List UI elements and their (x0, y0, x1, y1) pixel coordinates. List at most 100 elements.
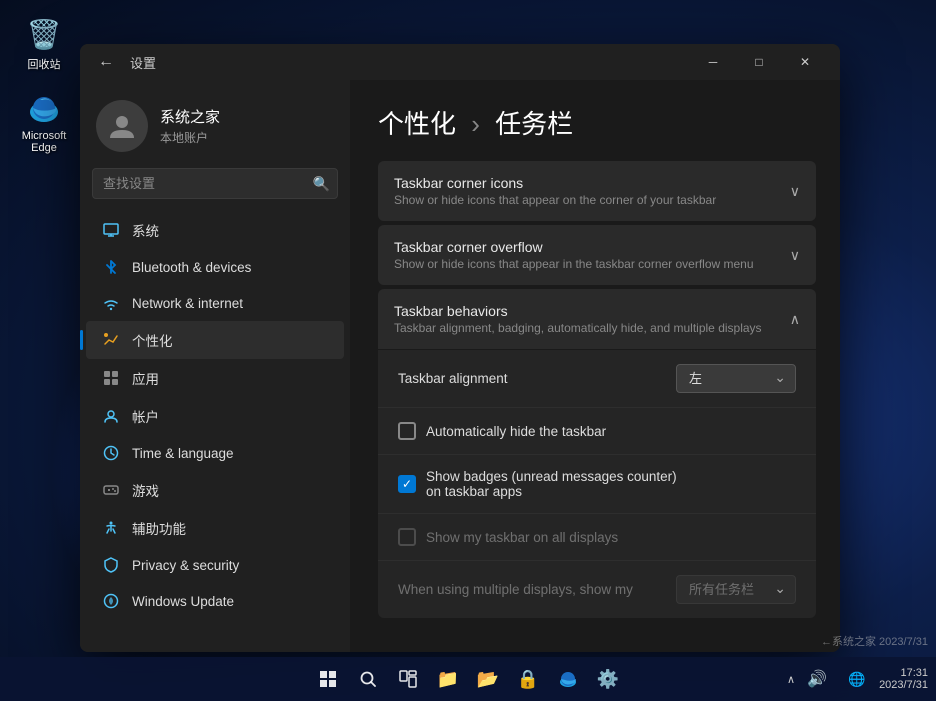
taskbar-time-text: 17:31 (879, 667, 928, 679)
autohide-label: Automatically hide the taskbar (426, 424, 606, 439)
section-header-corner-icons[interactable]: Taskbar corner icons Show or hide icons … (378, 161, 816, 221)
title-bar: ← 设置 ─ □ ✕ (80, 44, 840, 80)
taskbar-datetime[interactable]: 17:31 2023/7/31 (879, 667, 928, 691)
taskbar-lock-button[interactable]: 🔒 (510, 661, 546, 697)
taskbar-start-button[interactable] (310, 661, 346, 697)
edge-icon[interactable]: Microsoft Edge (12, 84, 76, 158)
maximize-button[interactable]: □ (736, 46, 782, 78)
accessibility-icon (102, 519, 120, 537)
taskbar-volume-icon[interactable]: 🔊 (799, 661, 835, 697)
chevron-overflow: ∨ (790, 247, 800, 264)
sidebar-item-personalization[interactable]: 个性化 (86, 321, 344, 359)
search-box: 🔍 (92, 168, 338, 199)
time-icon (102, 444, 120, 462)
all-displays-checkbox[interactable] (398, 528, 416, 546)
sidebar-label-windows-update: Windows Update (132, 594, 234, 609)
sidebar: 系统之家 本地账户 🔍 (80, 80, 350, 652)
multiple-displays-dropdown-wrapper: 所有任务栏 (676, 575, 796, 604)
sidebar-item-accessibility[interactable]: 辅助功能 (86, 509, 344, 547)
search-input[interactable] (92, 168, 338, 199)
watermark-text: ←系统之家 2023/7/31 (821, 636, 928, 648)
section-desc-corner-icons: Show or hide icons that appear on the co… (394, 193, 716, 207)
section-header-overflow[interactable]: Taskbar corner overflow Show or hide ico… (378, 225, 816, 285)
setting-row-badges: Show badges (unread messages counter)on … (378, 455, 816, 514)
section-title-corner-icons: Taskbar corner icons (394, 175, 716, 191)
section-desc-behaviors: Taskbar alignment, badging, automaticall… (394, 321, 762, 335)
autohide-checkbox-wrapper: Automatically hide the taskbar (398, 422, 606, 440)
alignment-dropdown[interactable]: 左 中 (676, 364, 796, 393)
recycle-bin-label: 回收站 (28, 56, 61, 72)
gaming-icon (102, 481, 120, 499)
all-displays-label: Show my taskbar on all displays (426, 530, 618, 545)
badges-checkbox-wrapper: Show badges (unread messages counter)on … (398, 469, 677, 499)
taskbar: 📁 📂 🔒 ⚙️ ∧ 🔊 🌐 17:31 2023/7/31 (0, 657, 936, 701)
taskbar-network-icon[interactable]: 🌐 (839, 661, 875, 697)
taskbar-date-text: 2023/7/31 (879, 679, 928, 691)
user-info: 系统之家 本地账户 (160, 106, 220, 146)
watermark: ←系统之家 2023/7/31 (821, 633, 928, 649)
section-desc-overflow: Show or hide icons that appear in the ta… (394, 257, 754, 271)
chevron-corner-icons: ∨ (790, 183, 800, 200)
badges-label: Show badges (unread messages counter)on … (426, 469, 677, 499)
title-bar-left: ← 设置 (92, 51, 156, 73)
main-content: 个性化 › 任务栏 Taskbar corner icons Show or h… (350, 80, 840, 652)
sidebar-label-bluetooth: Bluetooth & devices (132, 260, 251, 275)
recycle-bin-icon[interactable]: 🗑️ 回收站 (12, 10, 76, 76)
taskbar-search-button[interactable] (350, 661, 386, 697)
taskbar-settings-button[interactable]: ⚙️ (590, 661, 626, 697)
sidebar-item-bluetooth[interactable]: Bluetooth & devices (86, 249, 344, 285)
sidebar-item-accounts[interactable]: 帐户 (86, 397, 344, 435)
alignment-label: Taskbar alignment (398, 371, 508, 386)
avatar (96, 100, 148, 152)
taskbar-files-button[interactable]: 📁 (430, 661, 466, 697)
settings-window: ← 设置 ─ □ ✕ (80, 44, 840, 652)
autohide-checkbox[interactable] (398, 422, 416, 440)
sidebar-item-privacy[interactable]: Privacy & security (86, 547, 344, 583)
accounts-icon (102, 407, 120, 425)
user-profile[interactable]: 系统之家 本地账户 (80, 88, 350, 168)
sidebar-item-time[interactable]: Time & language (86, 435, 344, 471)
taskbar-overflow-icon[interactable]: ∧ (787, 673, 795, 686)
sidebar-item-windows-update[interactable]: Windows Update (86, 583, 344, 619)
section-header-left-overflow: Taskbar corner overflow Show or hide ico… (394, 239, 754, 271)
bluetooth-icon (102, 258, 120, 276)
sidebar-item-network[interactable]: Network & internet (86, 285, 344, 321)
nav-list: 系统 Bluetooth & devices (80, 211, 350, 619)
sidebar-label-network: Network & internet (132, 296, 243, 311)
taskbar-taskview-button[interactable] (390, 661, 426, 697)
page-title: 个性化 › 任务栏 (378, 104, 816, 141)
section-header-behaviors[interactable]: Taskbar behaviors Taskbar alignment, bad… (378, 289, 816, 349)
privacy-icon (102, 556, 120, 574)
sidebar-label-time: Time & language (132, 446, 234, 461)
taskbar-folder-button[interactable]: 📂 (470, 661, 506, 697)
edge-image (24, 88, 64, 128)
personalization-icon (102, 331, 120, 349)
user-type: 本地账户 (160, 129, 220, 146)
close-button[interactable]: ✕ (782, 46, 828, 78)
section-title-behaviors: Taskbar behaviors (394, 303, 762, 319)
sidebar-label-system: 系统 (132, 220, 159, 240)
sidebar-item-system[interactable]: 系统 (86, 211, 344, 249)
minimize-button[interactable]: ─ (690, 46, 736, 78)
section-taskbar-corner-overflow: Taskbar corner overflow Show or hide ico… (378, 225, 816, 285)
sidebar-label-personalization: 个性化 (132, 330, 173, 350)
sidebar-label-privacy: Privacy & security (132, 558, 239, 573)
breadcrumb-parent: 个性化 (378, 109, 456, 139)
chevron-behaviors: ∧ (790, 311, 800, 328)
setting-row-alignment: Taskbar alignment 左 中 (378, 350, 816, 408)
section-body-behaviors: Taskbar alignment 左 中 (378, 350, 816, 618)
search-icon: 🔍 (313, 175, 330, 192)
taskbar-center: 📁 📂 🔒 ⚙️ (310, 661, 626, 697)
back-button[interactable]: ← (92, 51, 120, 73)
badges-checkbox[interactable] (398, 475, 416, 493)
sidebar-label-apps: 应用 (132, 368, 159, 388)
taskbar-right: ∧ 🔊 🌐 17:31 2023/7/31 (787, 661, 928, 697)
sidebar-label-accounts: 帐户 (132, 406, 159, 426)
setting-row-autohide: Automatically hide the taskbar (378, 408, 816, 455)
network-icon (102, 294, 120, 312)
multiple-displays-dropdown[interactable]: 所有任务栏 (676, 575, 796, 604)
sidebar-item-apps[interactable]: 应用 (86, 359, 344, 397)
taskbar-edge-button[interactable] (550, 661, 586, 697)
multiple-displays-label: When using multiple displays, show my (398, 582, 633, 597)
sidebar-item-gaming[interactable]: 游戏 (86, 471, 344, 509)
